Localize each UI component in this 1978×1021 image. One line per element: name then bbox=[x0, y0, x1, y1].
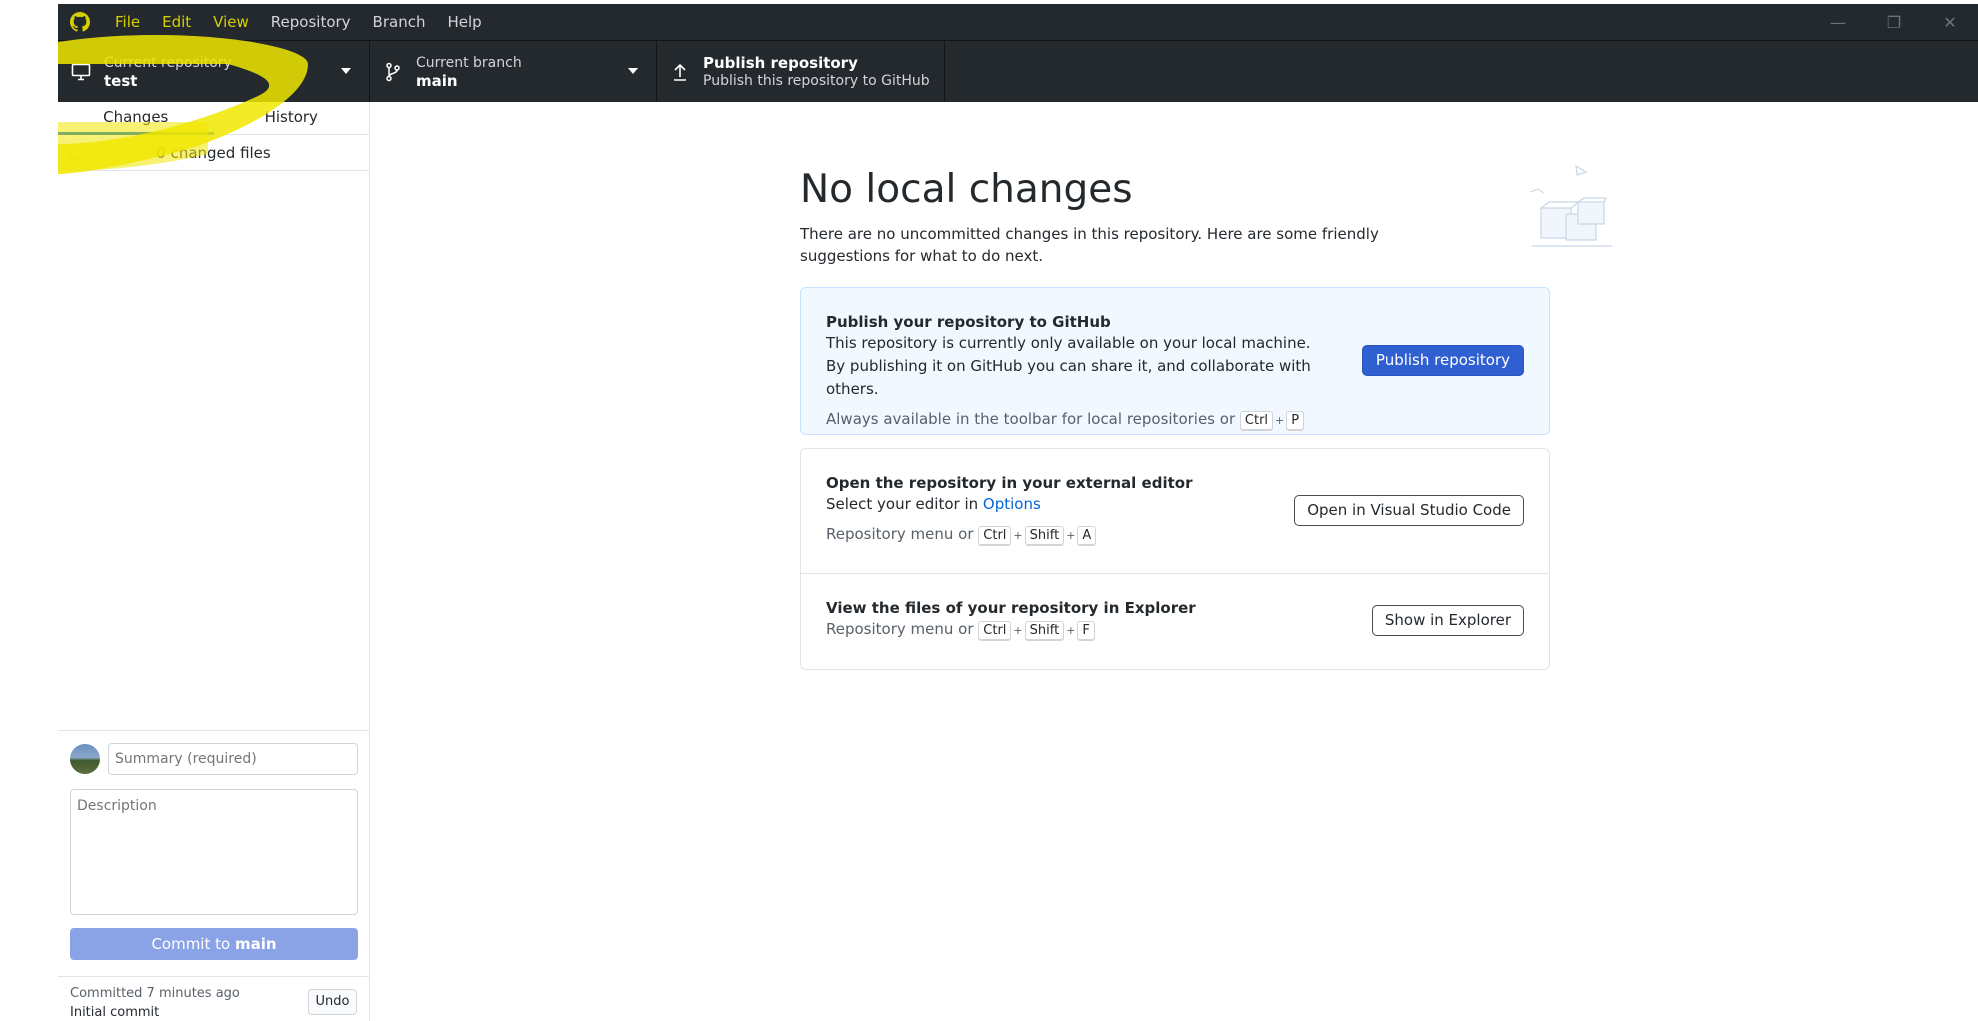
github-desktop-window: File Edit View Repository Branch Help — … bbox=[58, 4, 1978, 1021]
undo-button[interactable]: Undo bbox=[308, 989, 357, 1015]
open-editor-title: Open the repository in your external edi… bbox=[826, 474, 1193, 492]
main-content: No local changes There are no uncommitte… bbox=[371, 102, 1978, 1021]
shortcut-key: A bbox=[1077, 526, 1097, 546]
no-changes-header: No local changes There are no uncommitte… bbox=[800, 165, 1550, 267]
current-branch-name: main bbox=[416, 72, 458, 90]
current-repository-dropdown[interactable]: Current repository test bbox=[58, 41, 370, 103]
publish-repository-label: Publish repository bbox=[703, 54, 858, 72]
toolbar: Current repository test Current branch m… bbox=[58, 40, 1978, 103]
commit-button[interactable]: Commit to main bbox=[70, 928, 358, 960]
publish-repository-button[interactable]: Publish repository bbox=[1361, 345, 1524, 376]
shortcut-key: Ctrl bbox=[978, 526, 1012, 546]
restore-icon[interactable]: ❐ bbox=[1866, 4, 1922, 40]
page-subtitle: There are no uncommitted changes in this… bbox=[800, 225, 1379, 265]
shortcut-key: Ctrl bbox=[978, 621, 1012, 641]
open-editor-text: Select your editor in Options bbox=[826, 493, 1326, 516]
sidebar: Changes History 0 changed files Commit t… bbox=[58, 102, 370, 1021]
github-logo-icon bbox=[70, 12, 90, 32]
current-repository-label: Current repository bbox=[104, 55, 232, 71]
publish-repository-toolbar-button[interactable]: Publish repository Publish this reposito… bbox=[657, 41, 945, 103]
suggestions-card: Open the repository in your external edi… bbox=[800, 448, 1550, 670]
empty-boxes-illustration-icon bbox=[1526, 162, 1616, 250]
shortcut-plus: + bbox=[1066, 624, 1076, 637]
window-controls: — ❐ ✕ bbox=[1810, 4, 1978, 40]
menu-file[interactable]: File bbox=[104, 4, 151, 40]
git-branch-icon bbox=[382, 61, 404, 83]
open-in-vscode-button[interactable]: Open in Visual Studio Code bbox=[1294, 495, 1524, 526]
shortcut-key: Shift bbox=[1024, 621, 1065, 641]
last-commit-time: Committed 7 minutes ago bbox=[70, 986, 240, 1001]
menu-branch[interactable]: Branch bbox=[362, 4, 437, 40]
commit-button-prefix: Commit to bbox=[151, 935, 235, 953]
last-commit-message: Initial commit bbox=[70, 1005, 160, 1020]
tab-history[interactable]: History bbox=[214, 102, 370, 134]
changed-files-count: 0 changed files bbox=[156, 143, 271, 162]
summary-input[interactable] bbox=[108, 743, 358, 775]
show-in-explorer-suggestion: View the files of your repository in Exp… bbox=[801, 573, 1549, 669]
upload-icon bbox=[669, 61, 691, 83]
publish-card-title: Publish your repository to GitHub bbox=[826, 313, 1111, 331]
open-editor-text-prefix: Select your editor in bbox=[826, 495, 979, 513]
last-commit-summary: Committed 7 minutes ago Initial commit U… bbox=[58, 976, 369, 1021]
show-in-explorer-button[interactable]: Show in Explorer bbox=[1371, 605, 1524, 636]
description-input[interactable] bbox=[70, 789, 358, 915]
shortcut-key: P bbox=[1286, 411, 1305, 431]
minimize-icon[interactable]: — bbox=[1810, 4, 1866, 40]
menu-bar: File Edit View Repository Branch Help — … bbox=[58, 4, 1978, 40]
shortcut-plus: + bbox=[1275, 414, 1285, 427]
changes-header: 0 changed files bbox=[58, 135, 369, 171]
menu-repository[interactable]: Repository bbox=[260, 4, 362, 40]
shortcut-plus: + bbox=[1013, 624, 1023, 637]
commit-panel: Commit to main Committed 7 minutes ago I… bbox=[58, 730, 369, 1021]
chevron-down-icon bbox=[341, 68, 351, 74]
publish-card-body: Publish your repository to GitHub This r… bbox=[801, 288, 1549, 456]
menu-edit[interactable]: Edit bbox=[151, 4, 202, 40]
shortcut-plus: + bbox=[1013, 529, 1023, 542]
menu-help[interactable]: Help bbox=[436, 4, 492, 40]
current-repository-name: test bbox=[104, 72, 138, 90]
current-branch-label: Current branch bbox=[416, 55, 522, 71]
open-editor-hint-text: Repository menu or bbox=[826, 525, 974, 543]
publish-card-hint: Always available in the toolbar for loca… bbox=[826, 408, 1524, 432]
publish-card-text: This repository is currently only availa… bbox=[826, 334, 1311, 398]
publish-card-hint-text: Always available in the toolbar for loca… bbox=[826, 410, 1236, 428]
shortcut-key: Ctrl bbox=[1239, 411, 1274, 431]
shortcut-key: F bbox=[1077, 621, 1095, 641]
menu-view[interactable]: View bbox=[202, 4, 260, 40]
open-editor-hint: Repository menu or Ctrl + Shift + A bbox=[826, 523, 1524, 547]
commit-button-branch: main bbox=[234, 935, 277, 953]
open-editor-suggestion: Open the repository in your external edi… bbox=[801, 449, 1549, 573]
options-link[interactable]: Options bbox=[983, 495, 1041, 513]
sidebar-tabs: Changes History bbox=[58, 102, 369, 135]
page-title: No local changes bbox=[800, 167, 1133, 212]
chevron-down-icon bbox=[628, 68, 638, 74]
publish-suggestion-card: Publish your repository to GitHub This r… bbox=[800, 287, 1550, 435]
show-in-explorer-hint-text: Repository menu or bbox=[826, 620, 974, 638]
avatar bbox=[70, 744, 100, 774]
close-icon[interactable]: ✕ bbox=[1922, 4, 1978, 40]
shortcut-plus: + bbox=[1066, 529, 1076, 542]
current-branch-dropdown[interactable]: Current branch main bbox=[370, 41, 657, 103]
publish-repository-subtext: Publish this repository to GitHub bbox=[703, 73, 930, 89]
desktop-computer-icon bbox=[70, 61, 92, 83]
tab-changes[interactable]: Changes bbox=[58, 102, 214, 135]
shortcut-key: Shift bbox=[1024, 526, 1065, 546]
